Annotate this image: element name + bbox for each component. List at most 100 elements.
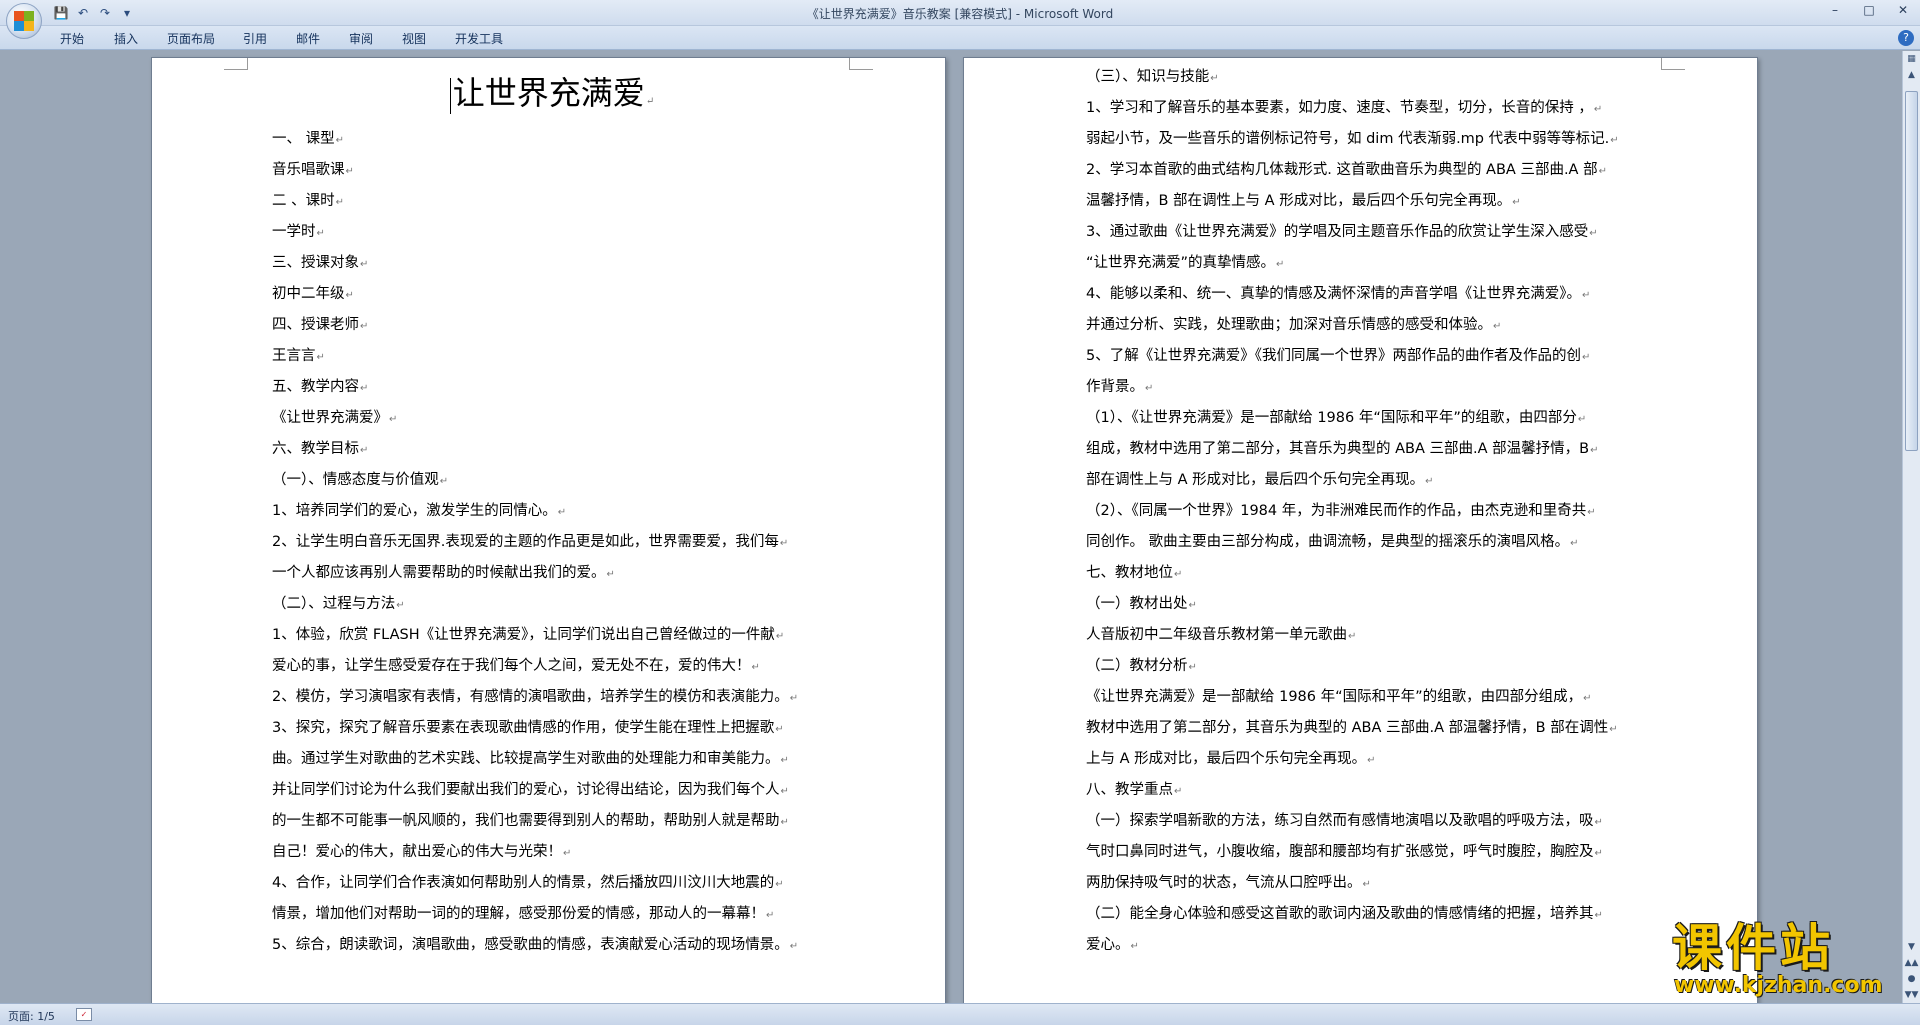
paragraph-mark-icon: ↵ (1581, 352, 1591, 363)
paragraph-line: 人音版初中二年级音乐教材第一单元歌曲↵ (1086, 620, 1651, 651)
tab-view[interactable]: 视图 (402, 30, 426, 47)
line-text: 《让世界充满爱》 (272, 410, 388, 426)
line-text: 1、培养同学们的爱心，激发学生的同情心。 (272, 503, 557, 519)
line-text: （2）、《同属一个世界》1984 年，为非洲难民而作的作品，由杰克逊和里奇共 (1086, 503, 1587, 519)
line-text: 的一生都不可能事一帆风顺的，我们也需要得到别人的帮助，帮助别人就是帮助 (272, 813, 780, 829)
line-text: 《让世界充满爱》是一部献给 1986 年“国际和平年”的组歌，由四部分组成， (1086, 689, 1583, 705)
line-text: 弱起小节，及一些音乐的谱例标记符号，如 dim 代表渐弱.mp 代表中弱等等标记… (1086, 131, 1610, 147)
line-text: “让世界充满爱”的真挚情感。 (1086, 255, 1276, 271)
paragraph-line: （一）教材出处↵ (1086, 589, 1651, 620)
paragraph-line: 四、授课老师↵ (272, 310, 832, 341)
paragraph-mark-icon: ↵ (335, 135, 344, 146)
paragraph-mark-icon: ↵ (780, 786, 789, 797)
paragraph-line: 六、教学目标↵ (272, 434, 832, 465)
proofing-icon[interactable]: ✓ (76, 1008, 92, 1021)
line-text: 自己！爱心的伟大，献出爱心的伟大与光荣！ (272, 844, 562, 860)
paragraph-line: 并通过分析、实践，处理歌曲；加深对音乐情感的感受和体验。↵ (1086, 310, 1651, 341)
line-text: 部在调性上与 A 形成对比，最后四个乐句完全再现。 (1086, 472, 1425, 488)
tab-review[interactable]: 审阅 (349, 30, 373, 47)
page-1[interactable]: 让世界充满爱↵ 一、 课型↵ 音乐唱歌课↵ 二 、课时↵ 一学时↵ 三、授课对象↵ 初中二… (151, 57, 946, 1003)
paragraph-mark-icon: ↵ (1594, 848, 1603, 859)
paragraph-line: 三、授课对象↵ (272, 248, 832, 279)
line-text: 爱心的事，让学生感受爱存在于我们每个人之间，爱无处不在，爱的伟大！ (272, 658, 751, 674)
line-text: （三）、知识与技能 (1086, 69, 1210, 85)
line-text: 3、通过歌曲《让世界充满爱》的学唱及同主题音乐作品的欣赏让学生深入感受 (1086, 224, 1589, 240)
line-text: （二）、过程与方法 (272, 596, 396, 612)
tab-mailings[interactable]: 邮件 (296, 30, 320, 47)
margin-corner-mark (224, 58, 248, 70)
line-text: 温馨抒情，B 部在调性上与 A 形成对比，最后四个乐句完全再现。 (1086, 193, 1512, 209)
line-text: 一、 课型 (272, 131, 335, 147)
ruler-toggle-icon[interactable]: ▦ (1903, 51, 1920, 67)
paragraph-mark-icon: ↵ (345, 166, 354, 177)
paragraph-line: 自己！爱心的伟大，献出爱心的伟大与光荣！↵ (272, 837, 832, 868)
paragraph-mark-icon: ↵ (766, 910, 775, 921)
paragraph-mark-icon: ↵ (1174, 786, 1183, 797)
tab-references[interactable]: 引用 (243, 30, 267, 47)
scroll-up-icon[interactable]: ▲ (1903, 67, 1920, 83)
site-watermark: 课件站 www.kjzhan.com (1660, 920, 1910, 1000)
window-controls: – □ ✕ (1818, 0, 1920, 20)
paragraph-line: 爱心的事，让学生感受爱存在于我们每个人之间，爱无处不在，爱的伟大！↵ (272, 651, 832, 682)
paragraph-line: 的一生都不可能事一帆风顺的，我们也需要得到别人的帮助，帮助别人就是帮助↵ (272, 806, 832, 837)
line-text: 4、能够以柔和、统一、真挚的情感及满怀深情的声音学唱《让世界充满爱》。 (1086, 286, 1581, 302)
ribbon-tabs: 开始 插入 页面布局 引用 邮件 审阅 视图 开发工具 ? (0, 26, 1920, 50)
tab-page-layout[interactable]: 页面布局 (167, 30, 215, 47)
paragraph-line: 教材中选用了第二部分，其音乐为典型的 ABA 三部曲.A 部温馨抒情，B 部在调… (1086, 713, 1651, 744)
paragraph-mark-icon: ↵ (1348, 631, 1357, 642)
paragraph-mark-icon: ↵ (780, 817, 789, 828)
line-text: 初中二年级 (272, 286, 345, 302)
margin-corner-mark (1661, 58, 1685, 70)
paragraph-mark-icon: ↵ (779, 538, 789, 549)
tab-home[interactable]: 开始 (60, 30, 84, 47)
paragraph-mark-icon: ↵ (1598, 166, 1607, 177)
document-title: 让世界充满爱↵ (272, 68, 832, 118)
paragraph-mark-icon: ↵ (1583, 693, 1592, 704)
minimize-icon[interactable]: – (1818, 0, 1852, 20)
paragraph-mark-icon: ↵ (1594, 817, 1603, 828)
paragraph-line: （二）、过程与方法↵ (272, 589, 832, 620)
paragraph-mark-icon: ↵ (1587, 507, 1596, 518)
page-2[interactable]: （三）、知识与技能↵ 1、学习和了解音乐的基本要素，如力度、速度、节奏型，切分，长… (963, 57, 1758, 1003)
paragraph-mark-icon: ↵ (1210, 73, 1219, 84)
paragraph-line: 情景，增加他们对帮助一词的的理解，感受那份爱的情感，那动人的一幕幕！↵ (272, 899, 832, 930)
line-text: 2、模仿，学习演唱家有表情，有感情的演唱歌曲，培养学生的模仿和表演能力。 (272, 689, 789, 705)
paragraph-mark-icon: ↵ (1610, 135, 1619, 146)
line-text: 六、教学目标 (272, 441, 359, 457)
office-logo-icon (14, 11, 34, 31)
paragraph-mark-icon: ↵ (389, 414, 398, 425)
paragraph-line: 弱起小节，及一些音乐的谱例标记符号，如 dim 代表渐弱.mp 代表中弱等等标记… (1086, 124, 1651, 155)
tab-insert[interactable]: 插入 (114, 30, 138, 47)
line-text: （二）能全身心体验和感受这首歌的歌词内涵及歌曲的情感情绪的把握，培养其 (1086, 906, 1594, 922)
paragraph-mark-icon: ↵ (1276, 259, 1285, 270)
office-button[interactable] (6, 3, 42, 39)
paragraph-mark-icon: ↵ (1609, 724, 1618, 735)
maximize-icon[interactable]: □ (1852, 0, 1886, 20)
paragraph-line: （二）能全身心体验和感受这首歌的歌词内涵及歌曲的情感情绪的把握，培养其↵ (1086, 899, 1651, 930)
paragraph-mark-icon: ↵ (1425, 476, 1434, 487)
scroll-thumb[interactable] (1905, 91, 1918, 451)
line-text: 一学时 (272, 224, 316, 240)
vertical-scrollbar[interactable]: ▦ ▲ ▼ ▲▲ ● ▼▼ (1902, 51, 1920, 1003)
paragraph-line: （二）教材分析↵ (1086, 651, 1651, 682)
paragraph-mark-icon: ↵ (563, 848, 572, 859)
help-icon[interactable]: ? (1898, 30, 1914, 46)
page-count[interactable]: 页面: 1/5 (8, 1008, 55, 1024)
paragraph-line: 气时口鼻同时进气，小腹收缩，腹部和腰部均有扩张感觉，呼气时腹腔，胸腔及↵ (1086, 837, 1651, 868)
paragraph-mark-icon: ↵ (335, 197, 344, 208)
line-text: 曲。通过学生对歌曲的艺术实践、比较提高学生对歌曲的处理能力和审美能力。 (272, 751, 780, 767)
paragraph-line: 一、 课型↵ (272, 124, 832, 155)
tab-developer[interactable]: 开发工具 (455, 30, 503, 47)
close-icon[interactable]: ✕ (1886, 0, 1920, 20)
line-text: （一）探索学唱新歌的方法，练习自然而有感情地演唱以及歌唱的呼吸方法，吸 (1086, 813, 1594, 829)
status-bar: 页面: 1/5 ✓ (0, 1003, 1920, 1025)
line-text: 王言言 (272, 348, 316, 364)
paragraph-mark-icon: ↵ (1570, 538, 1579, 549)
paragraph-mark-icon: ↵ (345, 290, 354, 301)
line-text: 2、让学生明白音乐无国界.表现爱的主题的作品更是如此，世界需要爱，我们每 (272, 534, 779, 550)
paragraph-line: 爱心。↵ (1086, 930, 1651, 961)
line-text: 3、探究，探究了解音乐要素在表现歌曲情感的作用，使学生能在理性上把握歌 (272, 720, 775, 736)
paragraph-line: 一学时↵ (272, 217, 832, 248)
watermark-url: www.kjzhan.com (1674, 973, 1883, 998)
paragraph-mark-icon: ↵ (775, 631, 785, 642)
